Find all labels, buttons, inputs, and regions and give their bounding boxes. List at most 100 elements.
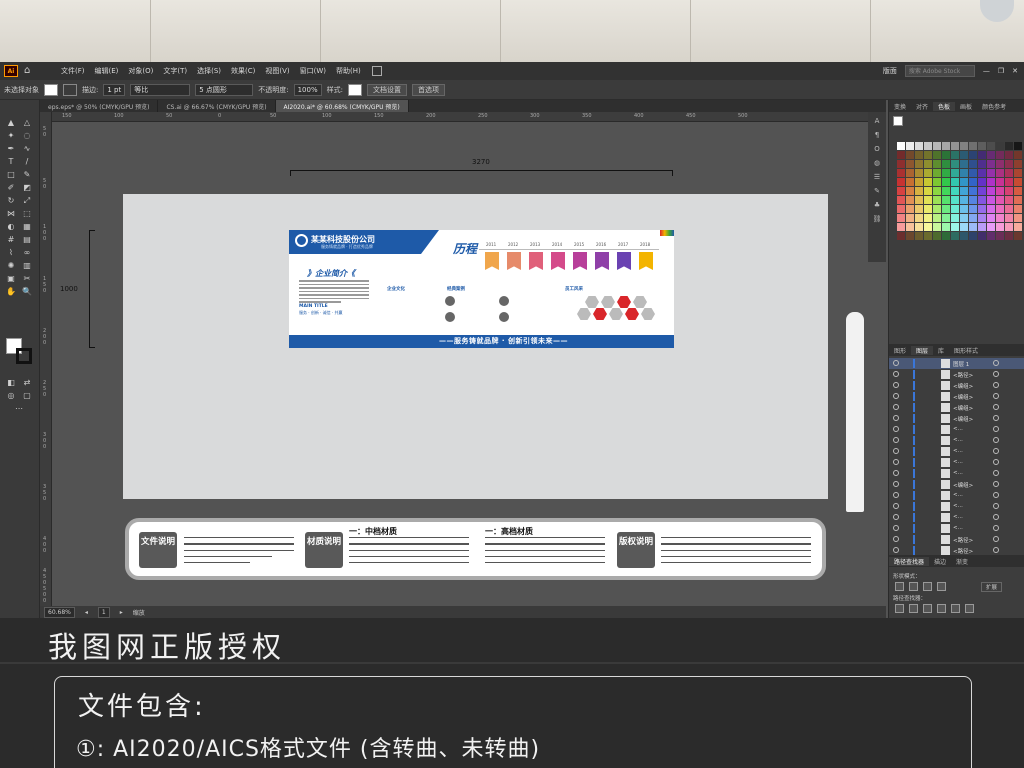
swatch[interactable] <box>987 196 995 204</box>
swatch[interactable] <box>1014 232 1022 240</box>
swatch[interactable] <box>1014 160 1022 168</box>
tab-cs[interactable]: CS.ai @ 66.67% (CMYK/GPU 预览) <box>158 100 276 112</box>
intersect-icon[interactable] <box>923 582 932 591</box>
paintbrush-icon[interactable]: ✎ <box>22 170 32 180</box>
swatch[interactable] <box>942 169 950 177</box>
workspace-switcher[interactable]: 版面 <box>883 66 897 76</box>
swatch[interactable] <box>933 151 941 159</box>
swatch[interactable] <box>951 142 959 150</box>
swatch[interactable] <box>942 160 950 168</box>
swatch[interactable] <box>942 142 950 150</box>
more-tools-icon[interactable]: ⋯ <box>14 404 24 414</box>
mesh-tool-icon[interactable]: # <box>6 235 16 245</box>
swatch[interactable] <box>897 214 905 222</box>
magic-wand-icon[interactable]: ✦ <box>6 131 16 141</box>
menu-window[interactable]: 窗口(W) <box>295 66 331 76</box>
swatch[interactable] <box>996 205 1004 213</box>
swatch[interactable] <box>933 223 941 231</box>
eye-icon[interactable] <box>893 492 899 498</box>
swatch[interactable] <box>906 169 914 177</box>
swatch[interactable] <box>987 232 995 240</box>
eye-icon[interactable] <box>893 426 899 432</box>
swatch[interactable] <box>969 232 977 240</box>
swatch[interactable] <box>915 178 923 186</box>
swatch[interactable] <box>915 205 923 213</box>
swatch[interactable] <box>996 214 1004 222</box>
layer-row[interactable]: <路径> <box>889 369 1024 380</box>
swatch[interactable] <box>897 151 905 159</box>
layer-name[interactable]: <... <box>953 503 963 509</box>
swatch[interactable] <box>978 223 986 231</box>
graph-tool-icon[interactable]: ▥ <box>22 261 32 271</box>
layer-row[interactable]: <路径> <box>889 534 1024 545</box>
swatch[interactable] <box>978 160 986 168</box>
swatch[interactable] <box>951 169 959 177</box>
swatch[interactable] <box>1014 214 1022 222</box>
target-icon[interactable] <box>993 470 999 476</box>
swatch[interactable] <box>1014 142 1022 150</box>
swatch[interactable] <box>924 169 932 177</box>
swatch[interactable] <box>1005 178 1013 186</box>
swatch[interactable] <box>996 223 1004 231</box>
layer-name[interactable]: <... <box>953 492 963 498</box>
swatch[interactable] <box>933 214 941 222</box>
zoom-tool-icon[interactable]: 🔍 <box>22 287 32 297</box>
swatch[interactable] <box>897 232 905 240</box>
document-setup-button[interactable]: 文档设置 <box>366 83 407 96</box>
swatch[interactable] <box>933 205 941 213</box>
shape-builder-icon[interactable]: ◐ <box>6 222 16 232</box>
selection-tool-icon[interactable]: ▲ <box>6 118 16 128</box>
swatch[interactable] <box>978 169 986 177</box>
swatch[interactable] <box>978 187 986 195</box>
swatch[interactable] <box>978 214 986 222</box>
swatch[interactable] <box>933 160 941 168</box>
eye-icon[interactable] <box>893 536 899 542</box>
swatch[interactable] <box>897 178 905 186</box>
eye-icon[interactable] <box>893 382 899 388</box>
swatch[interactable] <box>951 205 959 213</box>
eye-icon[interactable] <box>893 514 899 520</box>
tab-artboards[interactable]: 画板 <box>955 102 977 111</box>
layer-name[interactable]: <... <box>953 437 963 443</box>
swatch[interactable] <box>933 196 941 204</box>
draw-mode-icon[interactable]: ◎ <box>6 391 16 401</box>
free-transform-icon[interactable]: ⬚ <box>22 209 32 219</box>
canvas[interactable]: 3270 1000 某某科技股份公司 服务铸就品牌 · 打造优秀品牌 》企业简介… <box>52 122 886 606</box>
layer-row[interactable]: 图层 1 <box>889 358 1024 369</box>
swatch[interactable] <box>915 232 923 240</box>
swatch[interactable] <box>906 196 914 204</box>
swatch[interactable] <box>933 169 941 177</box>
style-swatch[interactable] <box>347 83 362 96</box>
tab-color-guide[interactable]: 颜色参考 <box>977 102 1011 111</box>
eye-icon[interactable] <box>893 525 899 531</box>
screen-mode-icon[interactable]: ▢ <box>22 391 32 401</box>
layer-row[interactable]: <编组> <box>889 391 1024 402</box>
swatch[interactable] <box>1014 205 1022 213</box>
opacity-field[interactable]: 100% <box>293 83 322 96</box>
target-icon[interactable] <box>993 448 999 454</box>
swatch[interactable] <box>906 223 914 231</box>
swatch[interactable] <box>915 142 923 150</box>
home-icon[interactable]: ⌂ <box>24 65 36 77</box>
swatch[interactable] <box>933 187 941 195</box>
swatch[interactable] <box>942 232 950 240</box>
swatch[interactable] <box>906 160 914 168</box>
swatch[interactable] <box>1014 169 1022 177</box>
swatch[interactable] <box>960 151 968 159</box>
brush-definition[interactable]: 5 点圆形 <box>195 83 254 96</box>
line-tool-icon[interactable]: / <box>22 157 32 167</box>
swatch[interactable] <box>978 142 986 150</box>
target-icon[interactable] <box>993 415 999 421</box>
swatch[interactable] <box>924 178 932 186</box>
swatch[interactable] <box>1005 160 1013 168</box>
menu-view[interactable]: 视图(V) <box>260 66 294 76</box>
swatch[interactable] <box>978 205 986 213</box>
layer-row[interactable]: <... <box>889 501 1024 512</box>
swatch[interactable] <box>960 142 968 150</box>
variable-width-profile[interactable]: 等比 <box>130 83 191 96</box>
swatch[interactable] <box>969 223 977 231</box>
layer-row[interactable]: <... <box>889 435 1024 446</box>
swatch[interactable] <box>987 214 995 222</box>
swatch[interactable] <box>960 205 968 213</box>
target-icon[interactable] <box>993 492 999 498</box>
